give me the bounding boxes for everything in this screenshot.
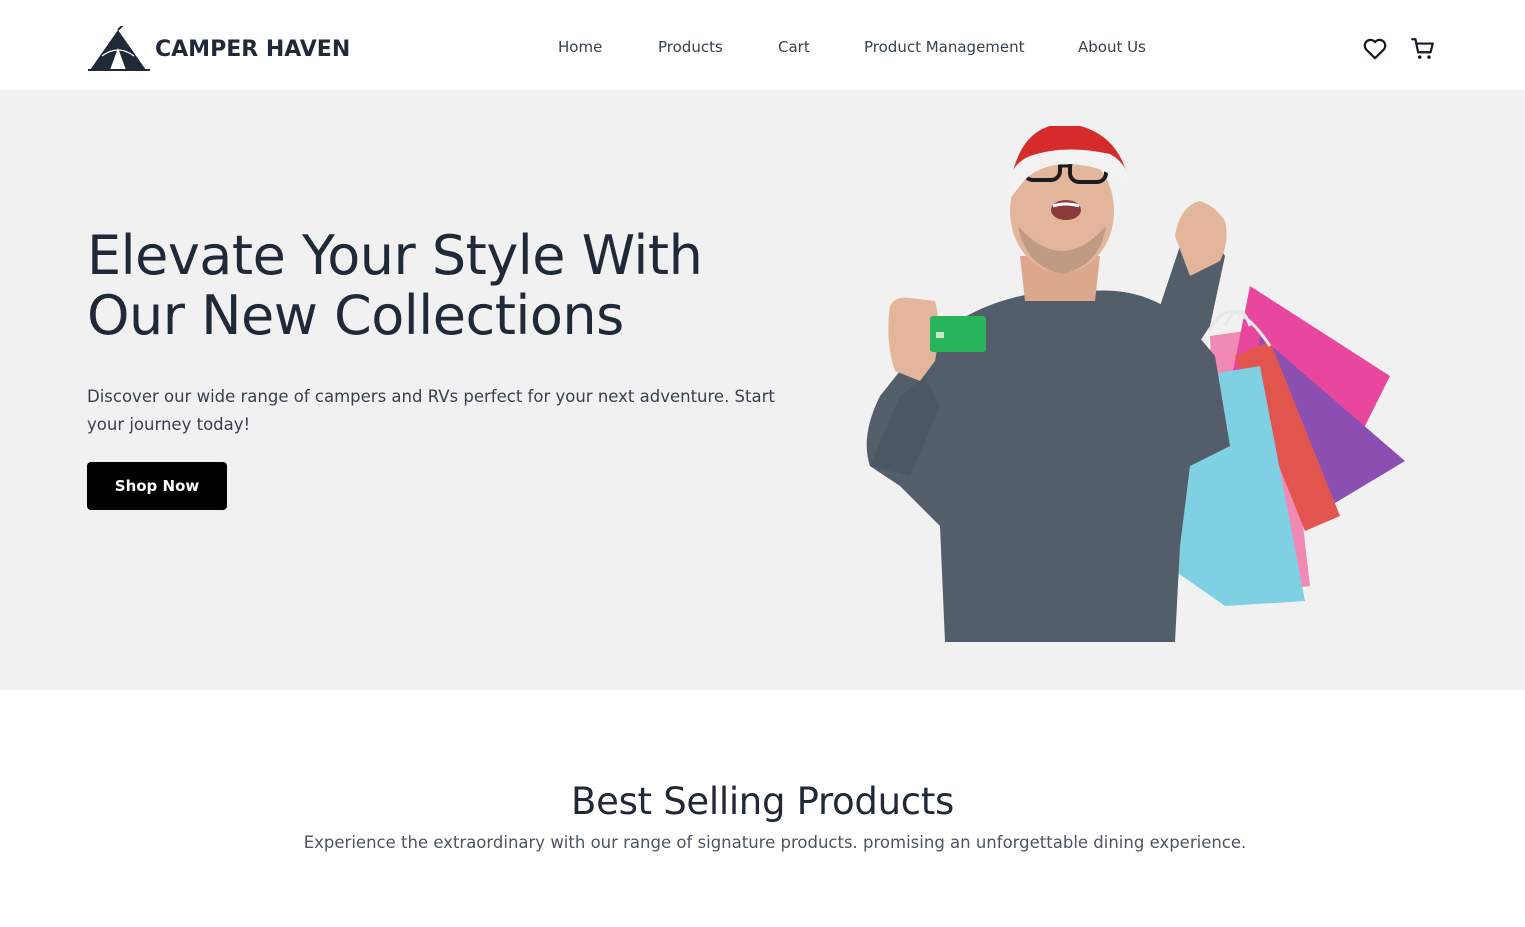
nav-item-products[interactable]: Products xyxy=(658,38,723,56)
tent-icon xyxy=(88,26,150,71)
wishlist-button[interactable] xyxy=(1362,36,1388,62)
nav-item-cart[interactable]: Cart xyxy=(778,38,810,56)
hero-title-line-1: Elevate Your Style With xyxy=(87,224,703,287)
hero-title-line-2: Our New Collections xyxy=(87,284,624,347)
nav-item-product-management[interactable]: Product Management xyxy=(864,38,1025,56)
shop-now-button[interactable]: Shop Now xyxy=(87,462,227,510)
best-selling-subtitle: Experience the extraordinary with our ra… xyxy=(303,833,1247,852)
cart-button[interactable] xyxy=(1410,36,1436,62)
brand[interactable]: CAMPER HAVEN xyxy=(88,26,350,72)
shopping-cart-icon xyxy=(1411,38,1434,59)
shopper-illustration xyxy=(866,126,1405,642)
hero-section: Elevate Your Style With Our New Collecti… xyxy=(0,90,1525,690)
nav-item-home[interactable]: Home xyxy=(558,38,602,56)
brand-name: CAMPER HAVEN xyxy=(155,36,351,62)
hero-image xyxy=(830,126,1410,642)
best-selling-title: Best Selling Products xyxy=(571,780,954,823)
hero-description: Discover our wide range of campers and R… xyxy=(87,387,775,434)
heart-icon xyxy=(1363,38,1387,60)
hero-title: Elevate Your Style With Our New Collecti… xyxy=(87,226,787,346)
nav-item-about-us[interactable]: About Us xyxy=(1078,38,1146,56)
site-header: CAMPER HAVEN Home Products Cart Product … xyxy=(0,0,1525,90)
